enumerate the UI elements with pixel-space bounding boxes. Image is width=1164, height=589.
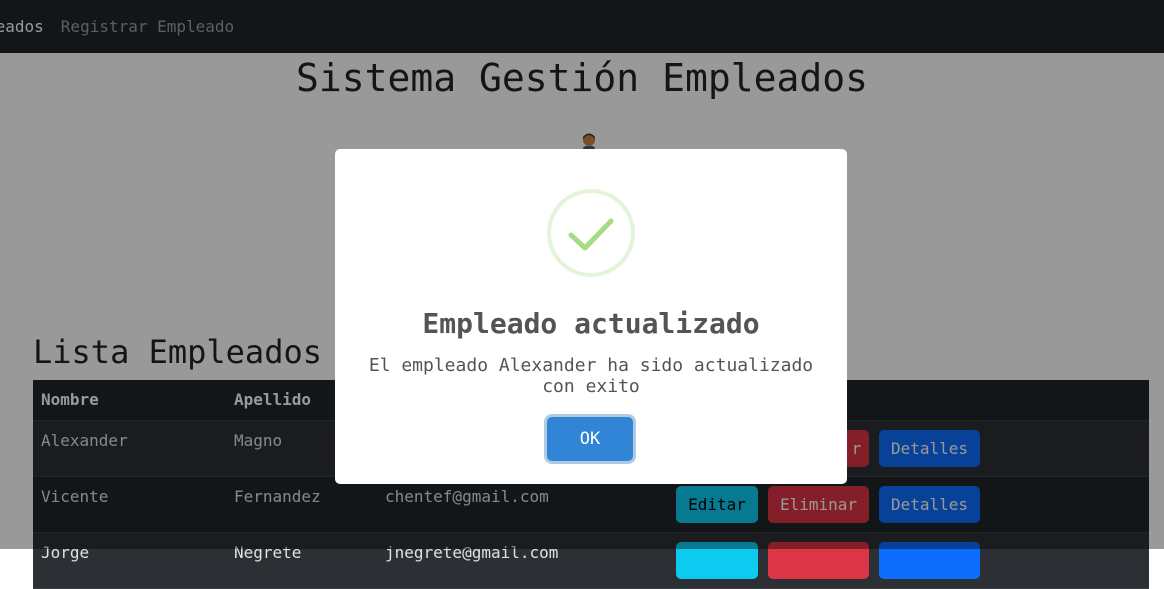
checkmark-icon (568, 218, 614, 251)
ok-button[interactable]: OK (547, 417, 633, 461)
success-icon-ring (547, 189, 635, 277)
success-dialog: Empleado actualizado El empleado Alexand… (335, 149, 847, 484)
dialog-message: El empleado Alexander ha sido actualizad… (368, 355, 814, 397)
dialog-title: Empleado actualizado (422, 307, 760, 340)
